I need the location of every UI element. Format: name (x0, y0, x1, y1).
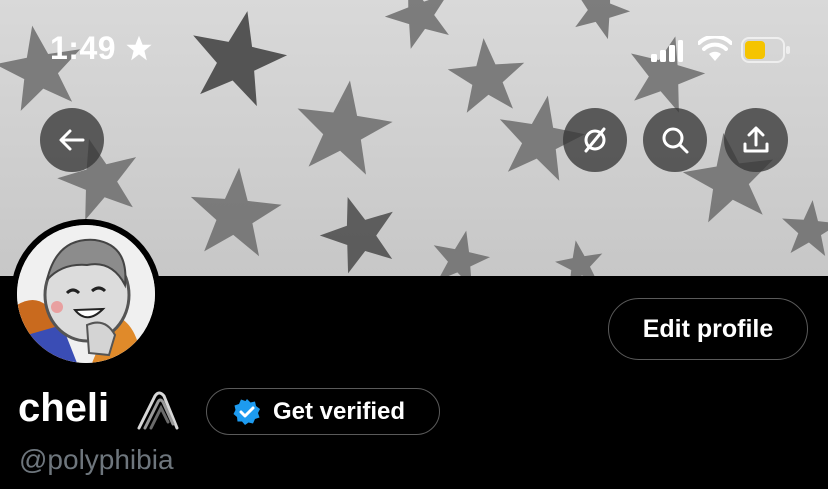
share-button[interactable] (724, 108, 788, 172)
avatar[interactable] (11, 219, 161, 369)
back-icon (59, 129, 85, 151)
verified-badge-icon (233, 398, 261, 426)
search-button[interactable] (643, 108, 707, 172)
no-sync-icon (584, 127, 606, 153)
get-verified-button[interactable]: Get verified (206, 388, 440, 435)
status-bar: 1:49 (0, 0, 828, 100)
no-sync-button[interactable] (563, 108, 627, 172)
status-time: 1:49 (50, 30, 117, 66)
avatar-image (17, 225, 155, 363)
user-handle: @polyphibia (19, 444, 174, 475)
get-verified-label: Get verified (273, 397, 406, 425)
wifi-icon (698, 36, 732, 61)
back-button[interactable] (40, 108, 104, 172)
edit-profile-button[interactable]: Edit profile (608, 298, 808, 360)
display-name: cheli (18, 386, 110, 430)
search-icon (662, 127, 689, 154)
share-icon (743, 126, 769, 153)
battery-icon (741, 37, 790, 63)
star-icon (126, 35, 152, 61)
paperclip-icon (137, 391, 179, 430)
signal-icon (651, 40, 683, 62)
